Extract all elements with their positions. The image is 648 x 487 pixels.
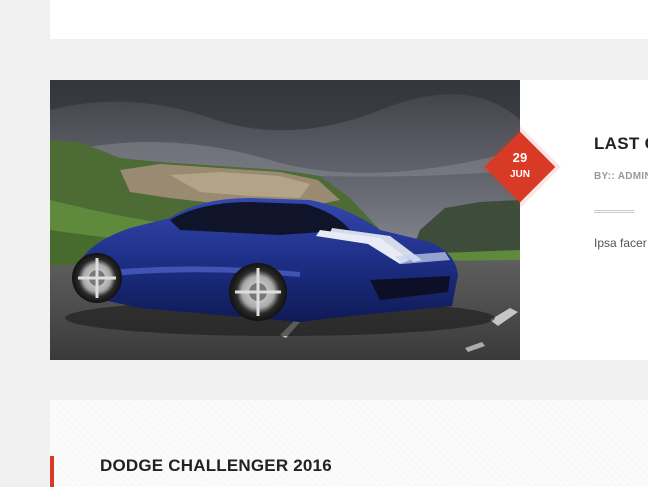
post-date-badge: 29 JUN [484, 131, 556, 203]
section-accent-bar [50, 456, 54, 487]
post-date-day: 29 [512, 150, 528, 165]
car-photo [50, 80, 520, 360]
post-date-month: JUN [509, 169, 530, 180]
previous-post-card [50, 0, 648, 39]
post-title[interactable]: LAST C [594, 134, 648, 154]
post-featured-image[interactable] [50, 80, 520, 360]
post-divider [594, 210, 634, 213]
section-card: DODGE CHALLENGER 2016 [50, 400, 648, 487]
post-author-meta[interactable]: BY:: ADMIN [594, 171, 648, 182]
date-diamond-shape [484, 131, 556, 203]
page: 29 JUN LAST C BY:: ADMIN Ipsa facer DODG… [0, 0, 648, 487]
post-excerpt: Ipsa facer [594, 236, 647, 250]
blog-post-card: 29 JUN LAST C BY:: ADMIN Ipsa facer [50, 80, 648, 360]
section-title: DODGE CHALLENGER 2016 [100, 456, 332, 475]
